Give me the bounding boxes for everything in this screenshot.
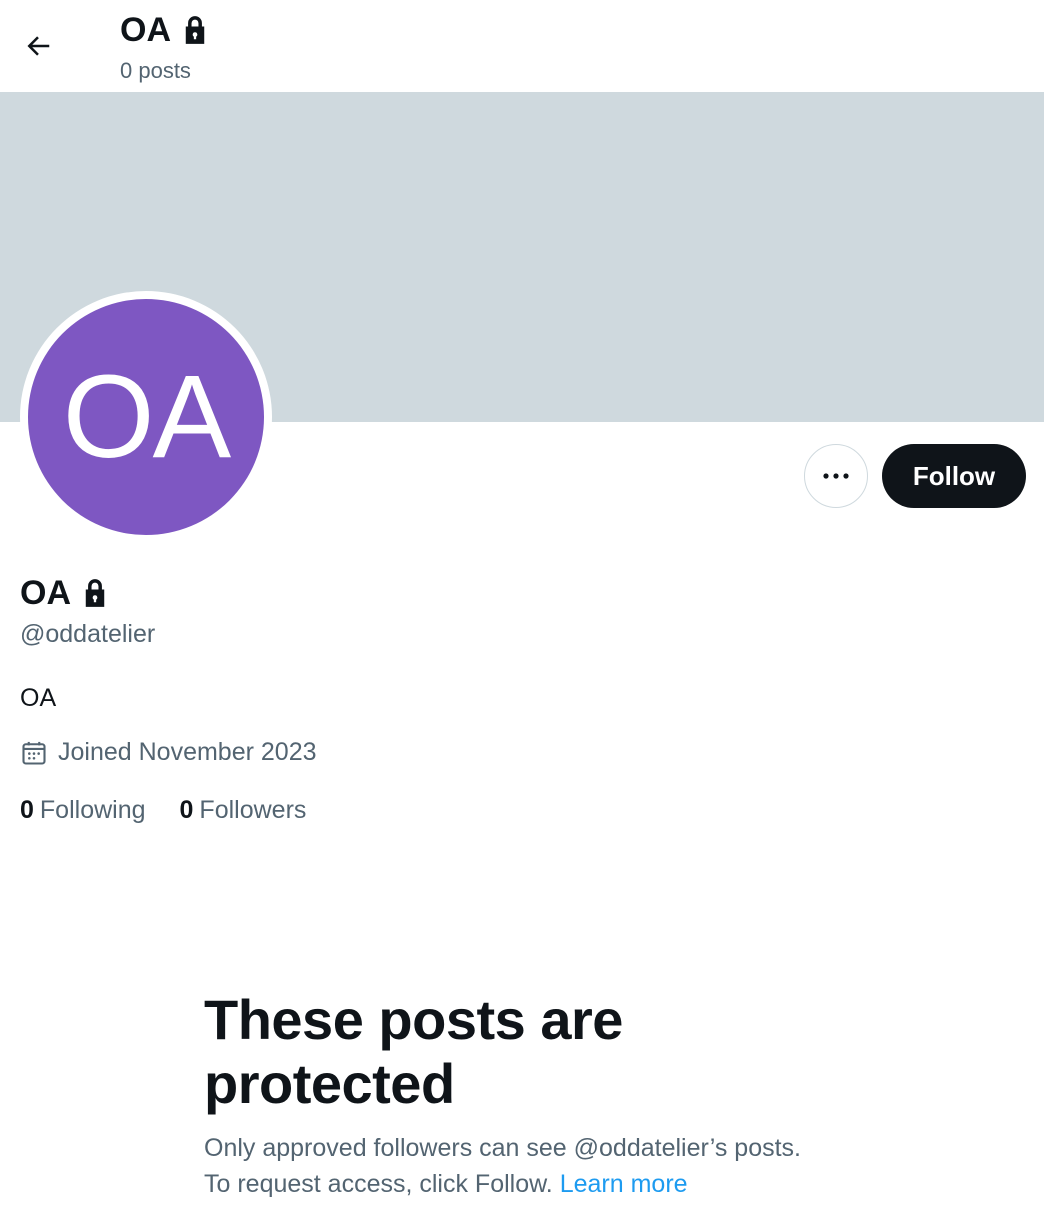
header-name: OA <box>120 11 171 49</box>
avatar-initials: OA <box>62 351 231 483</box>
display-name: OA <box>20 574 71 612</box>
avatar[interactable]: OA <box>28 299 264 535</box>
follow-button[interactable]: Follow <box>882 444 1026 508</box>
back-button[interactable] <box>14 24 62 68</box>
arrow-left-icon <box>27 36 50 56</box>
profile-bio: OA <box>20 684 57 712</box>
calendar-icon <box>22 741 46 765</box>
joined-date: Joined November 2023 <box>20 738 317 767</box>
lock-icon <box>85 579 105 607</box>
more-options-button[interactable] <box>804 444 868 508</box>
follow-stats: 0 Following 0 Followers <box>20 796 306 825</box>
followers-count: 0 <box>179 796 194 824</box>
profile-name: OA <box>20 572 109 614</box>
followers-link[interactable]: 0 Followers <box>180 796 307 825</box>
more-horizontal-icon <box>823 473 849 479</box>
top-bar: OA 0 posts <box>0 0 1044 92</box>
following-label: Following <box>39 796 146 824</box>
protected-notice: These posts are protected Only approved … <box>204 988 844 1202</box>
header-title: OA <box>120 10 209 50</box>
joined-text: Joined November 2023 <box>58 738 317 766</box>
protected-title: These posts are protected <box>204 988 623 1115</box>
protected-message: Only approved followers can see @oddatel… <box>204 1134 801 1198</box>
protected-body: Only approved followers can see @oddatel… <box>204 1130 824 1202</box>
learn-more-link[interactable]: Learn more <box>560 1170 688 1198</box>
following-count: 0 <box>20 796 34 824</box>
followers-label: Followers <box>199 796 307 824</box>
lock-icon <box>185 16 205 44</box>
post-count: 0 posts <box>120 58 191 83</box>
profile-handle: @oddatelier <box>20 620 156 648</box>
following-link[interactable]: 0 Following <box>20 796 146 825</box>
